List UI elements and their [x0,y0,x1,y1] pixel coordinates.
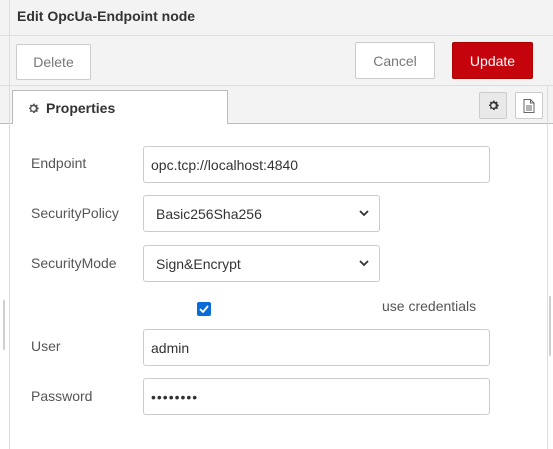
endpoint-label: Endpoint [31,155,87,171]
password-label: Password [31,388,93,404]
update-button[interactable]: Update [452,42,533,79]
chevron-down-icon [359,210,369,217]
gear-icon [488,100,499,111]
properties-form: Endpoint SecurityPolicy Basic256Sha256 S… [0,124,553,449]
delete-button[interactable]: Delete [16,44,91,80]
left-resize-handle[interactable] [3,300,5,350]
tray-toolbar: Delete Cancel Update [0,36,553,86]
tab-properties[interactable]: Properties [12,90,228,125]
checkmark-icon [199,305,209,313]
cancel-button[interactable]: Cancel [355,42,435,79]
description-tab-button[interactable] [515,92,543,119]
tray-right-edge [547,86,548,449]
chevron-down-icon [359,260,369,267]
tray-title: Edit OpcUa-Endpoint node [17,8,196,24]
settings-tab-button[interactable] [479,92,507,119]
tab-properties-label: Properties [46,100,116,116]
right-scrollbar[interactable] [549,296,551,356]
user-label: User [31,338,61,354]
endpoint-input[interactable] [143,146,490,183]
tray-header: Edit OpcUa-Endpoint node [0,0,553,36]
user-input[interactable] [143,329,490,366]
use-credentials-label: use credentials [382,298,477,314]
use-credentials-checkbox[interactable] [197,302,211,316]
gear-icon [28,103,39,113]
security-mode-label: SecurityMode [31,255,117,271]
security-mode-select[interactable]: Sign&Encrypt [143,245,380,282]
tabs-bar: Properties [0,86,553,125]
security-policy-value: Basic256Sha256 [156,205,262,222]
security-policy-select[interactable]: Basic256Sha256 [143,195,380,232]
security-policy-label: SecurityPolicy [31,205,119,221]
document-icon [523,98,535,113]
password-input[interactable] [143,378,490,415]
security-mode-value: Sign&Encrypt [156,255,241,272]
